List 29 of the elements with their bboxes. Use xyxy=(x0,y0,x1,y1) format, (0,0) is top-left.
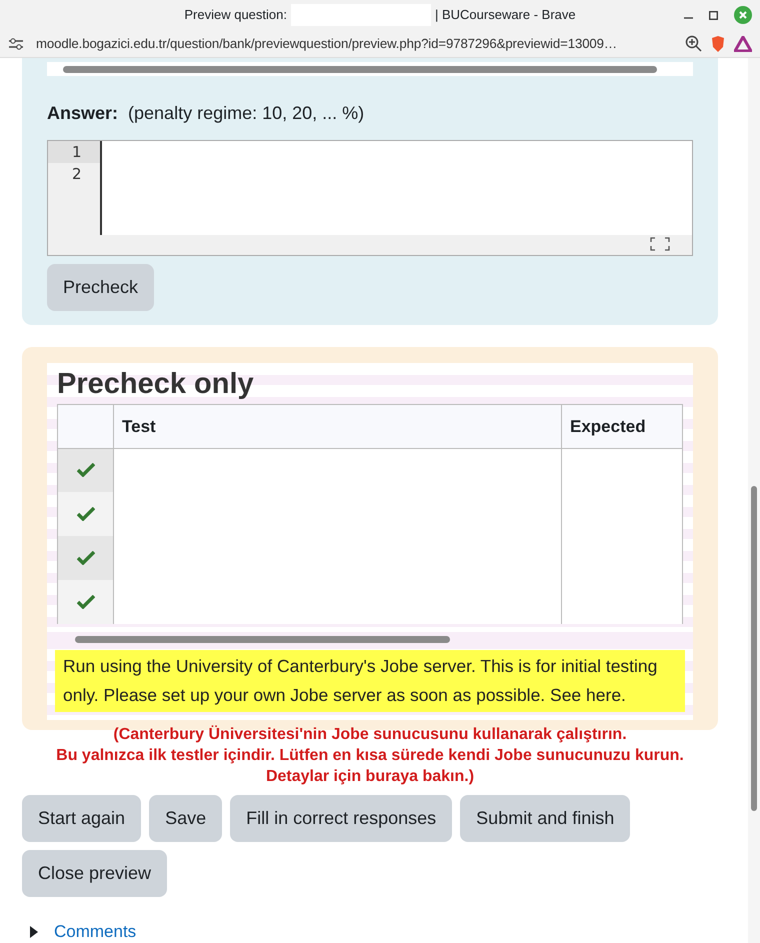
expand-icon[interactable] xyxy=(30,926,38,938)
action-button[interactable]: Save xyxy=(149,795,222,842)
maximize-icon[interactable] xyxy=(709,10,718,20)
result-heading: Precheck only xyxy=(56,367,255,402)
answer-label: Answer: xyxy=(47,103,118,123)
triangle-icon[interactable] xyxy=(734,36,752,52)
window-title: Preview question: xyxy=(184,6,287,24)
comments-link[interactable]: Comments xyxy=(54,919,136,943)
penalty-note: (penalty regime: 10, 20, ... %) xyxy=(128,103,364,123)
line-number: 2 xyxy=(71,164,83,185)
action-button[interactable]: Close preview xyxy=(22,850,168,898)
line-number: 1 xyxy=(48,141,100,163)
window-title-suffix: | BUCourseware - Brave xyxy=(434,6,576,24)
column-header: Expected xyxy=(562,404,682,448)
horizontal-scrollbar[interactable] xyxy=(47,62,693,76)
translation-note: (Canterbury Üniversitesi'nin Jobe sunucusunu kullanarak çalıştırın. Bu yalnızca ilk testler içindir. Lütfen en kısa sürede kendi Jobe sunucunuzu kurun. Detaylar için buraya bakın.) xyxy=(55,724,685,788)
precheck-button[interactable]: Precheck xyxy=(47,264,154,311)
code-editor[interactable]: 1 2 xyxy=(47,140,693,256)
zoom-icon[interactable] xyxy=(685,35,702,52)
column-header: Test xyxy=(114,404,562,448)
action-button[interactable]: Start again xyxy=(22,795,142,842)
fullscreen-icon[interactable] xyxy=(650,237,670,251)
jobe-server-notice: Run using the University of Canterbury's Jobe server. This is for initial testing only. Please set up your own Jobe server as soon as possible. See here. xyxy=(55,650,685,712)
vertical-scrollbar[interactable] xyxy=(748,58,760,943)
close-button[interactable] xyxy=(734,6,752,24)
action-button[interactable]: Submit and finish xyxy=(460,795,630,842)
close-icon[interactable] xyxy=(738,10,748,20)
site-settings-icon[interactable] xyxy=(8,36,24,50)
action-button[interactable]: Fill in correct responses xyxy=(230,795,452,842)
